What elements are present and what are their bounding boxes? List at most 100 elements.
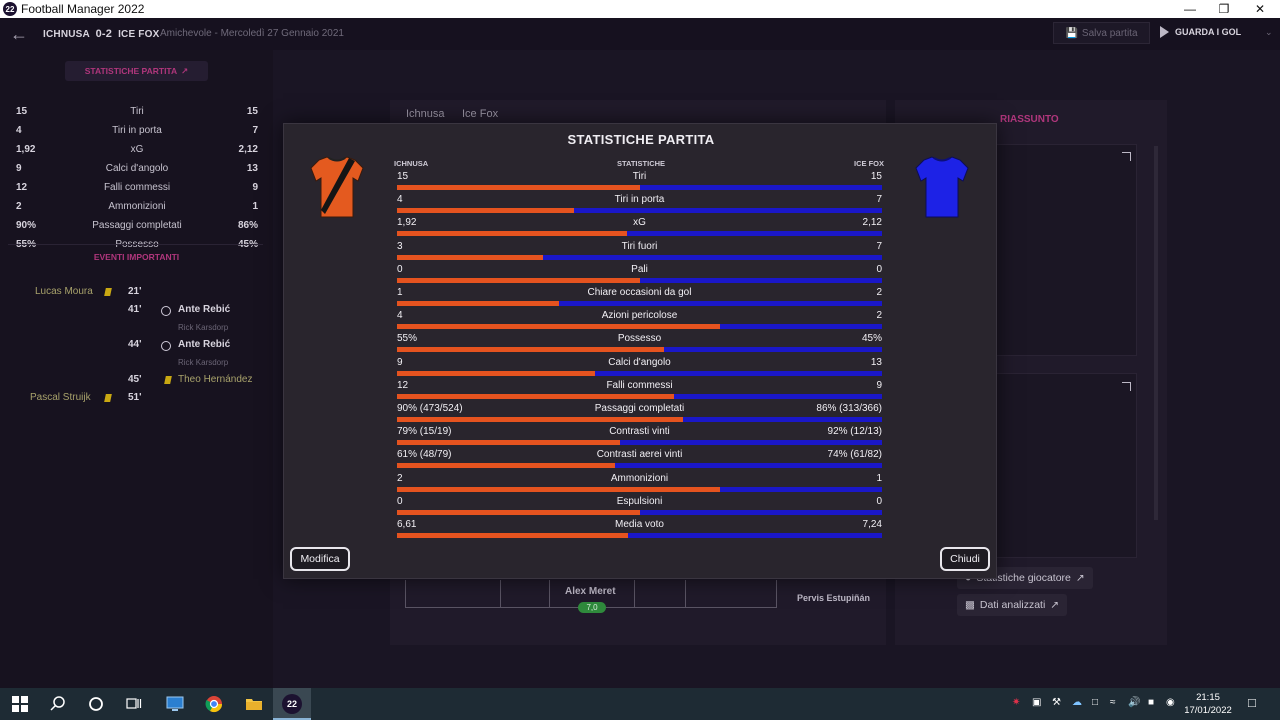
stat-row: 55% Possesso 45% (397, 331, 882, 354)
away-stat-value: 86% (237, 220, 258, 231)
popout-icon: ↗ (181, 65, 189, 76)
expand-icon[interactable] (1122, 152, 1131, 161)
event-minute: 41' (128, 304, 142, 315)
tray-tool-icon[interactable]: ⚒ (1052, 697, 1061, 708)
expand-icon[interactable] (1122, 382, 1131, 391)
windows-taskbar: 22 ✷ ▣ ⚒ ☁ □ ≈ 🔊 ■ ◉ 21:15 17/01/2022 □ (0, 688, 1280, 720)
tab-home-team[interactable]: Ichnusa (406, 108, 445, 120)
stat-label: Falli commessi (606, 379, 673, 391)
fm-logo-icon: 22 (3, 2, 17, 16)
save-icon: 💾 (1065, 27, 1078, 39)
tray-battery-icon[interactable]: □ (1092, 697, 1098, 708)
home-share-fill (397, 208, 574, 214)
stat-label: xG (633, 217, 646, 229)
away-jersey-icon (915, 156, 969, 218)
chrome-icon[interactable] (204, 694, 224, 714)
stat-row: 1,92 xG 2,12 (397, 215, 882, 238)
stat-label: Pali (631, 263, 648, 275)
summary-stat-row: 12 Falli commessi 9 (16, 182, 258, 198)
stat-label: Passaggi completati (92, 220, 182, 231)
tray-wifi-icon[interactable]: ≈ (1110, 697, 1116, 708)
tray-steam-icon[interactable]: ◉ (1166, 697, 1175, 708)
close-dialog-button[interactable]: Chiudi (940, 547, 990, 571)
stat-row: 4 Tiri in porta 7 (397, 192, 882, 215)
windows-start-icon[interactable] (10, 694, 30, 714)
away-value: 1 (876, 472, 882, 484)
event-minute: 44' (128, 339, 142, 350)
watch-goals-button[interactable]: GUARDA I GOL (1160, 26, 1241, 38)
window-titlebar: 22 Football Manager 2022 — ❐ ✕ (0, 0, 1280, 18)
event-assist[interactable]: Rick Karsdorp (178, 323, 228, 332)
analysis-data-button[interactable]: ▩ Dati analizzati ↗ (957, 594, 1068, 616)
stat-label: Media voto (615, 519, 664, 530)
summary-stat-row: 90% Passaggi completati 86% (16, 220, 258, 236)
scrollbar[interactable] (1154, 146, 1158, 520)
stat-label: Ammonizioni (108, 201, 166, 212)
tray-cloud-icon[interactable]: ☁ (1072, 697, 1082, 708)
event-player[interactable]: Lucas Moura (35, 286, 93, 297)
away-stat-value: 15 (246, 106, 258, 117)
away-value: 13 (870, 356, 882, 368)
yellow-card-icon (104, 394, 112, 402)
chevron-down-icon[interactable]: ⌄ (1265, 27, 1273, 38)
home-share-fill (397, 301, 559, 306)
dialog-title: STATISTICHE PARTITA (567, 132, 715, 147)
away-stat-value: 13 (246, 163, 258, 174)
summary-stat-row: 1,92 xG 2,12 (16, 144, 258, 160)
home-share-fill (397, 347, 664, 353)
search-icon[interactable] (48, 694, 68, 714)
file-explorer-icon[interactable] (244, 694, 264, 714)
left-stats-panel: STATISTICHE PARTITA ↗ 15 Tiri 15 4 Tiri in p… (0, 50, 273, 690)
cortana-icon[interactable] (86, 694, 106, 714)
tray-volume-icon[interactable]: 🔊 (1128, 697, 1140, 708)
bar-chart-icon: ▩ (965, 599, 975, 611)
away-value: 2,12 (862, 217, 882, 229)
clock-date: 17/01/2022 (1184, 705, 1232, 716)
maximize-button[interactable]: ❐ (1206, 0, 1242, 18)
home-share-fill (397, 486, 721, 492)
stat-label: Ammonizioni (610, 472, 669, 484)
edit-button[interactable]: Modifica (290, 547, 350, 571)
stat-label: Contrasti aerei vinti (596, 449, 683, 461)
notification-icon[interactable]: □ (1248, 695, 1256, 710)
task-view-icon[interactable] (124, 694, 144, 714)
match-stats-header-label: STATISTICHE PARTITA (84, 66, 178, 76)
tray-app-icon[interactable]: ✷ (1012, 697, 1020, 708)
stat-row: 9 Calci d'angolo 13 (397, 355, 882, 378)
event-player[interactable]: Theo Hernández (178, 374, 253, 385)
stat-row: 1 Chiare occasioni da gol 2 (397, 285, 882, 308)
match-subtitle: Amichevole - Mercoledì 27 Gennaio 2021 (160, 28, 344, 39)
stat-bar (397, 417, 882, 422)
events-header: EVENTI IMPORTANTI (93, 252, 180, 262)
close-window-button[interactable]: ✕ (1242, 0, 1278, 18)
event-player[interactable]: Ante Rebić (178, 339, 230, 350)
tray-security-icon[interactable]: ■ (1148, 697, 1154, 708)
tab-away-team[interactable]: Ice Fox (462, 108, 498, 120)
home-share-fill (397, 277, 640, 283)
keeper-name[interactable]: Alex Meret (565, 586, 616, 597)
save-match-button[interactable]: 💾 Salva partita (1053, 22, 1150, 44)
tray-print-icon[interactable]: ▣ (1032, 697, 1041, 708)
popout-icon: ↗ (1075, 572, 1085, 584)
event-assist[interactable]: Rick Karsdorp (178, 358, 228, 367)
stat-label: Passaggi completati (594, 403, 685, 414)
remote-desktop-icon[interactable] (165, 694, 185, 714)
back-arrow-icon[interactable]: ← (10, 24, 28, 45)
player-name[interactable]: Pervis Estupiñán (797, 593, 870, 603)
stat-bar (397, 533, 882, 538)
event-player[interactable]: Ante Rebić (178, 304, 230, 315)
taskbar-clock[interactable]: 21:15 17/01/2022 (1180, 691, 1236, 717)
stat-label: Tiri (632, 171, 647, 182)
window-title: Football Manager 2022 (21, 2, 145, 16)
pitch-line (500, 580, 501, 608)
event-player[interactable]: Pascal Struijk (30, 392, 91, 403)
minimize-button[interactable]: — (1172, 0, 1208, 18)
stat-bar (397, 254, 882, 260)
away-value: 7 (876, 240, 882, 252)
match-stats-header-button[interactable]: STATISTICHE PARTITA ↗ (65, 61, 208, 81)
home-share-fill (397, 463, 616, 469)
event-minute: 51' (128, 392, 142, 403)
stat-label: Tiri in porta (614, 194, 665, 206)
football-manager-icon[interactable]: 22 (282, 694, 302, 714)
pitch-line (685, 580, 686, 608)
